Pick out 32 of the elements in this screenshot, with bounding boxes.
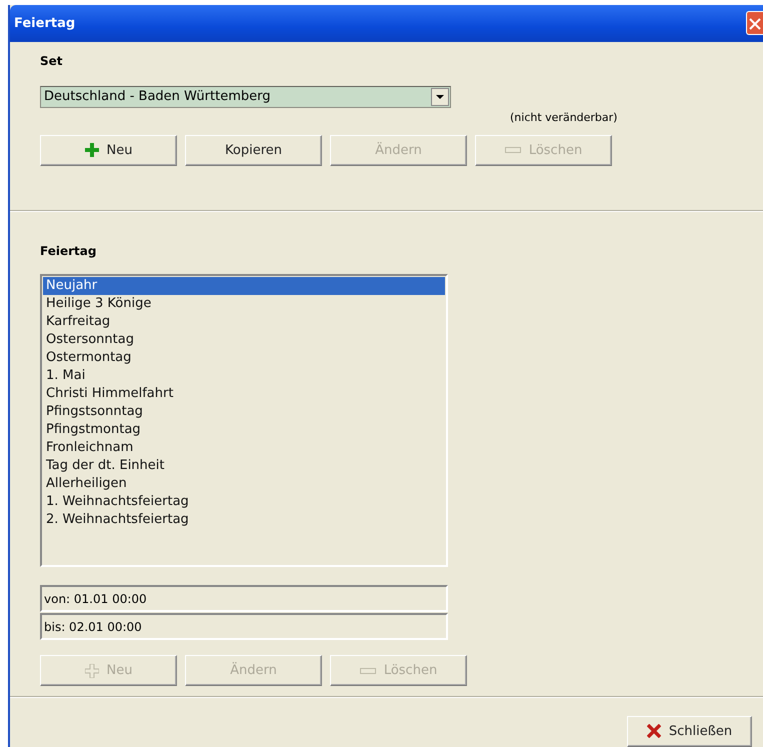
list-item[interactable]: Allerheiligen xyxy=(43,475,445,494)
list-item[interactable]: Heilige 3 Könige xyxy=(43,295,445,314)
close-icon xyxy=(747,16,761,30)
list-item[interactable]: Christi Himmelfahrt xyxy=(43,385,445,404)
to-field: bis: 02.01 00:00 xyxy=(40,613,448,640)
list-item[interactable]: Tag der dt. Einheit xyxy=(43,457,445,476)
list-item[interactable]: Pfingstmontag xyxy=(43,421,445,440)
minus-icon xyxy=(360,668,376,674)
set-dropdown[interactable]: Deutschland - Baden Württemberg xyxy=(40,86,451,108)
action-button[interactable]: Kopieren xyxy=(185,134,322,166)
list-item[interactable]: 1. Mai xyxy=(43,367,445,386)
list-item[interactable]: Fronleichnam xyxy=(43,439,445,458)
list-item[interactable]: Neujahr xyxy=(43,277,445,296)
window-title: Feiertag xyxy=(13,16,76,31)
action-button[interactable]: Schließen xyxy=(627,716,752,747)
close-button[interactable] xyxy=(746,11,763,36)
from-field: von: 01.01 00:00 xyxy=(40,585,448,612)
list-item[interactable]: 2. Weihnachtsfeiertag xyxy=(43,511,445,530)
section-label: Feiertag xyxy=(40,243,98,260)
note-text: (nicht veränderbar) xyxy=(510,110,618,125)
section-label: Set xyxy=(40,52,64,70)
list-item[interactable]: Ostermontag xyxy=(43,349,445,368)
caret-icon xyxy=(436,94,444,99)
list-item[interactable]: Pfingstsonntag xyxy=(43,403,445,422)
minus-icon xyxy=(504,147,521,154)
x-icon xyxy=(646,724,661,738)
list-item[interactable]: Karfreitag xyxy=(43,313,445,332)
list-item[interactable]: Ostersonntag xyxy=(43,331,445,350)
list-item[interactable]: 1. Weihnachtsfeiertag xyxy=(43,493,445,512)
plus-icon xyxy=(84,664,99,678)
action-button[interactable]: Neu xyxy=(40,134,177,166)
plus-icon xyxy=(84,143,99,158)
